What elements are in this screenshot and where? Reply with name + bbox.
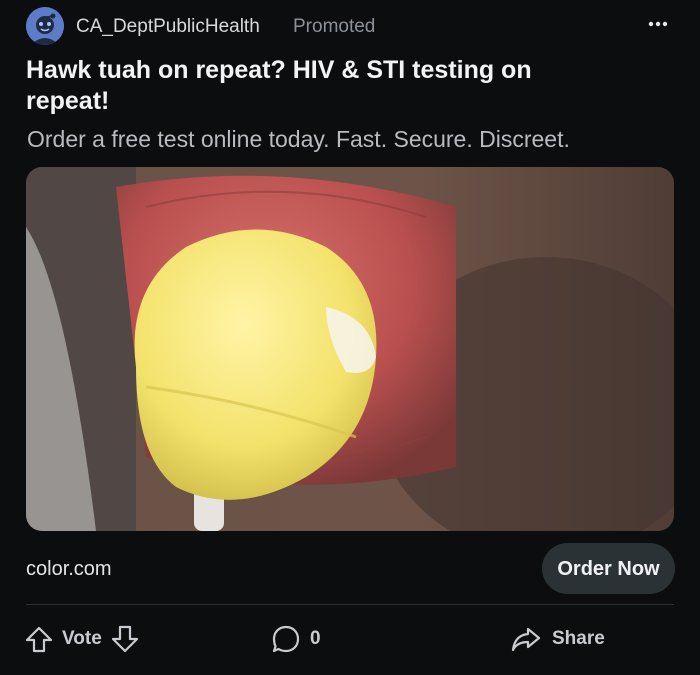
promoted-badge: Promoted	[293, 16, 376, 37]
vote-label: Vote	[62, 628, 102, 649]
order-now-button[interactable]: Order Now	[542, 543, 675, 594]
downvote-arrow-icon[interactable]	[110, 624, 140, 654]
comment-bubble-icon	[270, 623, 302, 655]
vote-group: Vote	[24, 623, 140, 655]
ad-image[interactable]	[26, 167, 674, 531]
reddit-avatar-icon[interactable]	[26, 7, 64, 45]
post-subtitle: Order a free test online today. Fast. Se…	[27, 126, 570, 152]
upvote-arrow-icon[interactable]	[24, 624, 54, 654]
share-button[interactable]: Share	[510, 623, 605, 655]
post-header: CA_DeptPublicHealth Promoted	[24, 6, 676, 46]
share-arrow-icon	[510, 623, 542, 655]
post-actions: Vote 0 Share	[24, 618, 676, 660]
share-label: Share	[552, 628, 605, 649]
ad-domain-link[interactable]: color.com	[26, 558, 112, 581]
more-dots-icon[interactable]	[646, 12, 670, 36]
divider	[26, 604, 674, 605]
post-title[interactable]: Hawk tuah on repeat? HIV & STI testing o…	[26, 55, 586, 117]
comment-count: 0	[310, 628, 321, 649]
post-author[interactable]: CA_DeptPublicHealth	[76, 16, 260, 38]
comment-button[interactable]: 0	[270, 623, 321, 655]
